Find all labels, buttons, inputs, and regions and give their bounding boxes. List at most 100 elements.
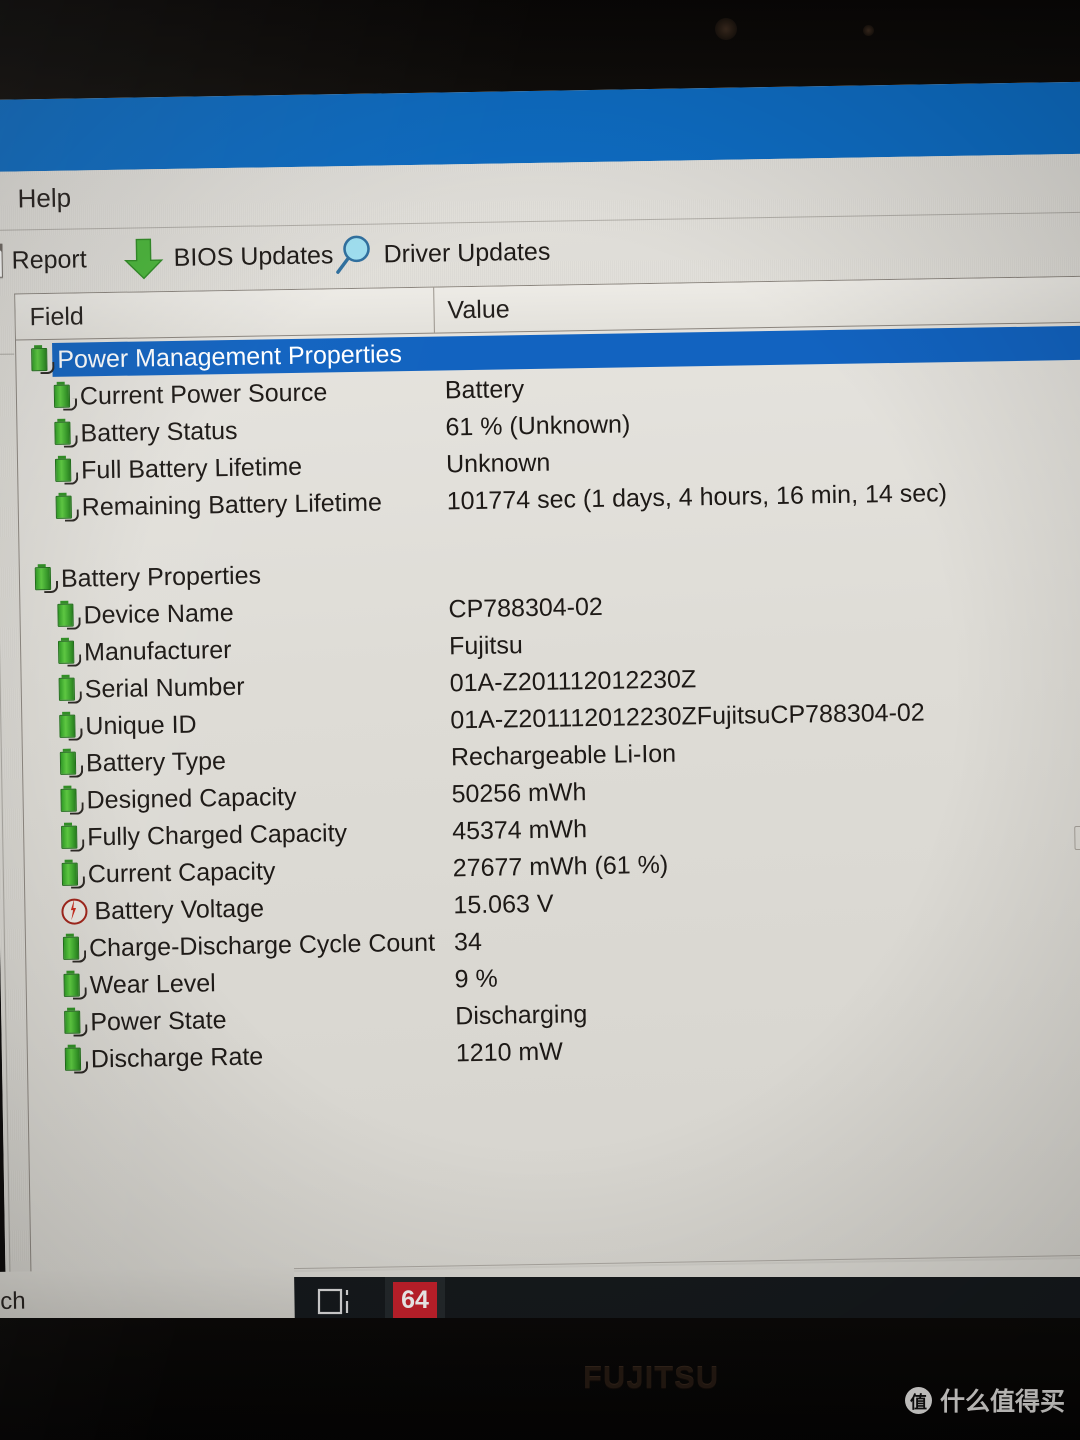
row-value-cell: 34 xyxy=(453,927,483,956)
column-header-value[interactable]: Value xyxy=(447,295,510,325)
row-value-cell: 27677 mWh (61 %) xyxy=(452,850,669,882)
battery-icon xyxy=(60,822,85,852)
row-field-cell: Device Name xyxy=(56,598,234,630)
row-field-cell: Current Capacity xyxy=(61,857,276,890)
row-field-label: Discharge Rate xyxy=(90,1042,264,1073)
row-field-cell: Remaining Battery Lifetime xyxy=(55,488,383,522)
row-value-cell: Battery xyxy=(444,374,525,404)
row-field-label: Fully Charged Capacity xyxy=(86,818,348,851)
row-value-cell: 01A-Z201112012230ZFujitsuCP788304-02 xyxy=(450,698,925,734)
row-field-cell: Full Battery Lifetime xyxy=(54,452,302,485)
battery-icon xyxy=(62,933,87,963)
battery-icon xyxy=(57,637,82,667)
list-rows: Power Management Properties Current Power… xyxy=(16,322,1080,1274)
details-list-view: Field Value Power Management Properties C… xyxy=(14,275,1080,1275)
row-field-label: Manufacturer xyxy=(83,635,232,666)
battery-icon xyxy=(53,381,78,411)
row-field-label: Device Name xyxy=(83,598,234,629)
row-value-cell: 45374 mWh xyxy=(451,814,588,845)
document-icon xyxy=(0,243,3,279)
row-field-label: Wear Level xyxy=(89,968,216,999)
tree-pane-edge-top xyxy=(0,353,15,355)
battery-icon xyxy=(55,492,80,522)
battery-icon xyxy=(30,345,55,375)
row-field-label: Unique ID xyxy=(85,710,197,740)
watermark-badge-icon: 值 xyxy=(905,1386,932,1414)
row-field-label: Charge-Discharge Cycle Count xyxy=(88,928,436,962)
row-field-label: Current Power Source xyxy=(79,377,328,410)
lightning-bolt-icon xyxy=(61,898,88,925)
battery-icon xyxy=(59,785,84,815)
fujitsu-brand-logo: FUJITSU xyxy=(583,1360,720,1395)
battery-icon xyxy=(62,970,87,1000)
green-down-arrow-icon xyxy=(123,238,164,280)
battery-icon xyxy=(34,564,59,594)
row-field-cell: Fully Charged Capacity xyxy=(60,819,347,853)
photo-of-laptop-screen: Help Report BIOS Updates Driver Updates … xyxy=(0,0,1080,1440)
battery-icon xyxy=(58,674,83,704)
row-field-label: Designed Capacity xyxy=(86,782,297,814)
toolbar-bios-updates-label: BIOS Updates xyxy=(173,240,334,272)
toolbar-report-button[interactable]: Report xyxy=(0,235,87,285)
battery-icon xyxy=(63,1007,88,1037)
taskbar-search-text[interactable]: ch xyxy=(0,1288,26,1316)
window-client-area: Help Report BIOS Updates Driver Updates … xyxy=(0,153,1080,1315)
webcam-lens xyxy=(715,18,737,40)
row-field-label: Battery Status xyxy=(80,416,238,447)
row-field-cell: Serial Number xyxy=(58,672,245,704)
battery-icon xyxy=(53,418,78,448)
row-field-cell: Wear Level xyxy=(62,968,216,1001)
magnifier-icon xyxy=(336,235,370,274)
scrollbar-thumb[interactable] xyxy=(1074,825,1080,851)
row-field-label: Power State xyxy=(90,1005,227,1036)
watermark-text: 什么值得买 xyxy=(940,1387,1066,1416)
menu-item-help[interactable]: Help xyxy=(17,183,71,215)
battery-icon xyxy=(64,1044,89,1074)
laptop-bottom-bezel xyxy=(0,1318,1080,1440)
row-field-cell: Battery Voltage xyxy=(61,894,264,926)
row-field-cell: Charge-Discharge Cycle Count xyxy=(62,928,435,963)
row-value-cell: 101774 sec (1 days, 4 hours, 16 min, 14 … xyxy=(446,478,948,515)
row-field-cell: Power Management Properties xyxy=(30,340,402,375)
row-value-cell: 15.063 V xyxy=(453,889,554,919)
row-field-label: Full Battery Lifetime xyxy=(80,452,303,484)
battery-icon xyxy=(61,859,86,889)
row-value-cell: CP788304-02 xyxy=(448,592,604,623)
battery-icon xyxy=(54,455,79,485)
row-field-cell: Designed Capacity xyxy=(59,782,297,815)
row-field-label: Remaining Battery Lifetime xyxy=(81,487,383,521)
battery-icon xyxy=(58,711,83,741)
row-value-cell: Discharging xyxy=(455,999,588,1030)
row-field-cell: Manufacturer xyxy=(57,636,232,668)
taskbar-app-64-label: 64 xyxy=(393,1282,437,1319)
row-value-cell: 61 % (Unknown) xyxy=(445,409,631,441)
toolbar-bios-updates-button[interactable]: BIOS Updates xyxy=(122,231,334,282)
toolbar-driver-updates-label: Driver Updates xyxy=(383,237,551,268)
task-view-icon[interactable] xyxy=(316,1285,356,1319)
row-field-label: Serial Number xyxy=(84,672,245,703)
toolbar-report-label: Report xyxy=(11,244,87,275)
bezel-sensor-dot xyxy=(863,25,874,36)
row-field-cell: Discharge Rate xyxy=(64,1042,264,1074)
row-field-label: Current Capacity xyxy=(87,856,276,888)
row-field-cell: Battery Status xyxy=(53,416,238,448)
row-value-cell: Rechargeable Li-Ion xyxy=(450,739,677,771)
row-field-label: Battery Voltage xyxy=(94,894,265,925)
row-field-cell: Battery Properties xyxy=(34,561,262,594)
row-value-cell: 01A-Z201112012230Z xyxy=(449,664,697,697)
row-field-label: Power Management Properties xyxy=(57,339,403,374)
battery-icon xyxy=(56,600,81,630)
row-value-cell: 1210 mW xyxy=(455,1037,564,1067)
laptop-screen: Help Report BIOS Updates Driver Updates … xyxy=(0,81,1080,1315)
column-header-field[interactable]: Field xyxy=(29,302,84,332)
row-field-cell: Unique ID xyxy=(58,710,197,741)
row-field-label: Battery Properties xyxy=(60,561,262,593)
toolbar-driver-updates-button[interactable]: Driver Updates xyxy=(332,228,551,280)
row-field-label: Battery Type xyxy=(85,746,227,777)
row-value-cell: 50256 mWh xyxy=(451,777,587,808)
row-field-cell: Power State xyxy=(63,1006,227,1038)
watermark: 值 什么值得买 xyxy=(905,1382,1065,1418)
column-divider[interactable] xyxy=(433,287,435,333)
row-value-cell: Unknown xyxy=(445,448,551,478)
battery-icon xyxy=(59,748,84,778)
